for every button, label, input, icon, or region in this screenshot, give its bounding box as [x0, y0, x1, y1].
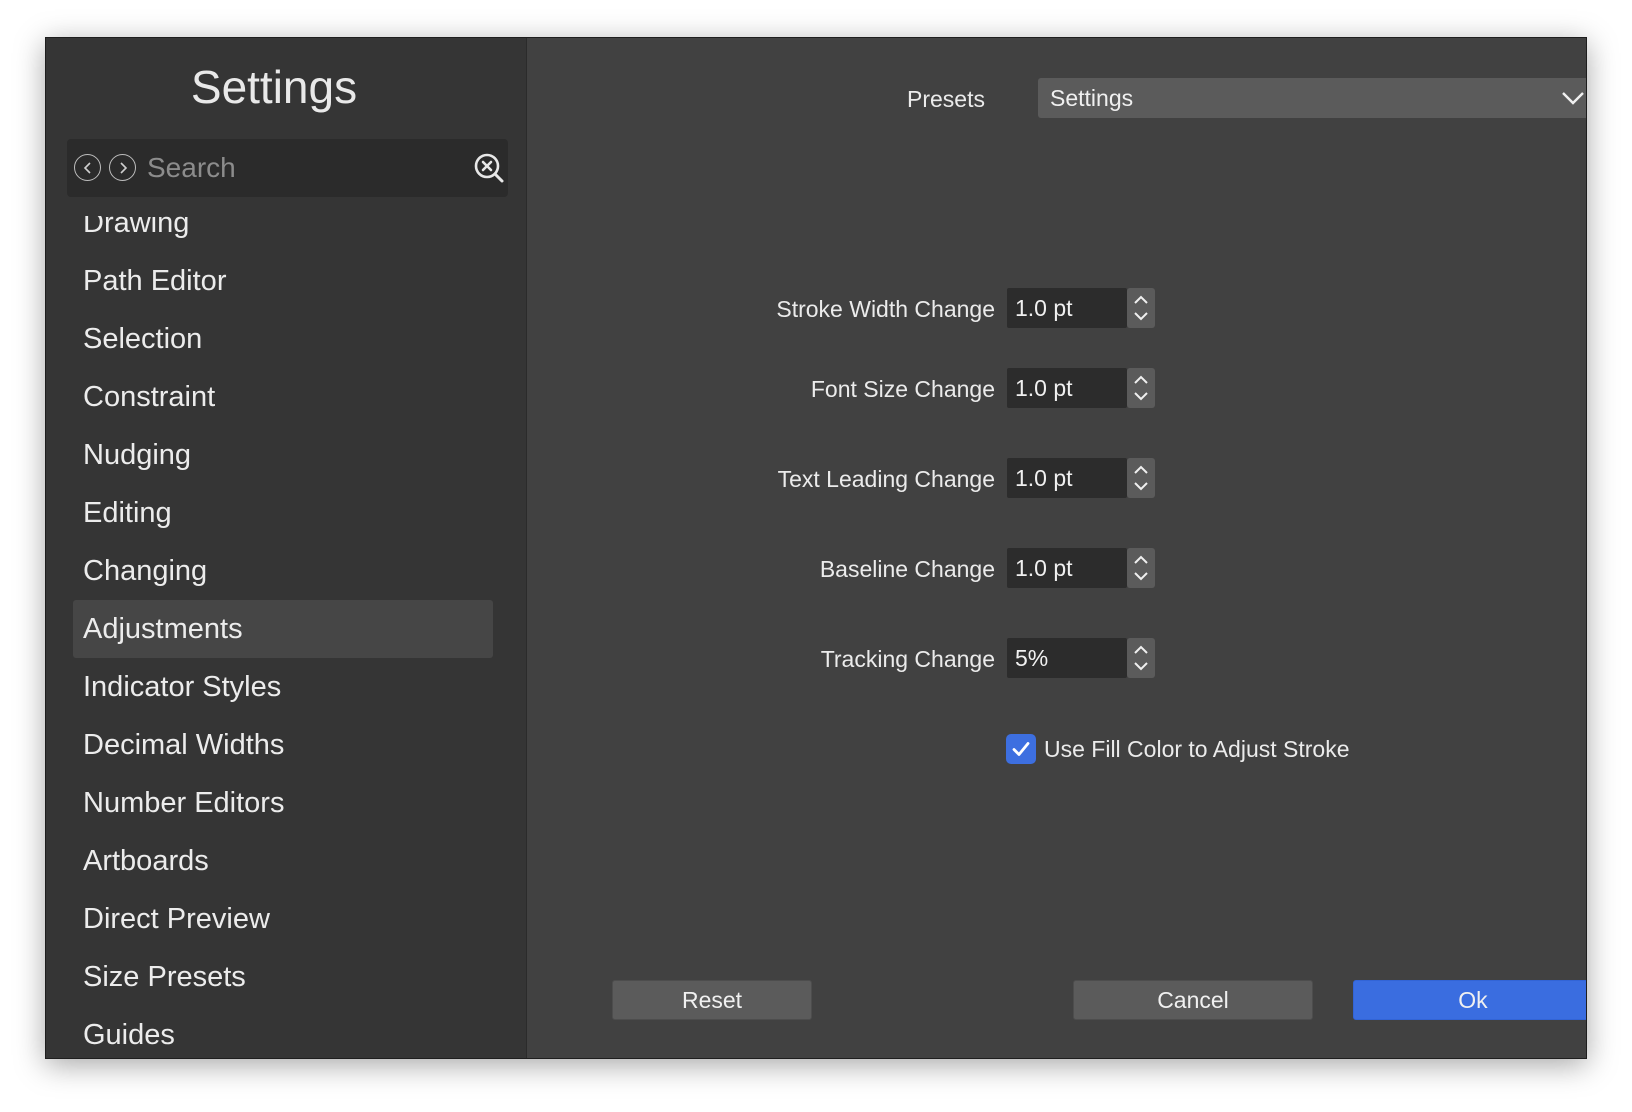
text-leading-stepper[interactable]: [1127, 458, 1155, 498]
sidebar-title: Settings: [190, 61, 358, 113]
stroke-width-input[interactable]: 1.0 pt: [1007, 288, 1127, 328]
sidebar-item-label: Indicator Styles: [83, 670, 282, 703]
sidebar-item-nudging[interactable]: Nudging: [73, 426, 493, 484]
sidebar-item-size-presets[interactable]: Size Presets: [73, 948, 493, 1006]
sidebar-item-adjustments[interactable]: Adjustments: [73, 600, 493, 658]
ok-button[interactable]: Ok: [1353, 980, 1586, 1020]
sidebar-item-label: Changing: [83, 554, 208, 587]
stroke-width-label: Stroke Width Change: [776, 296, 995, 322]
text-leading-input[interactable]: 1.0 pt: [1007, 458, 1127, 498]
font-size-input[interactable]: 1.0 pt: [1007, 368, 1127, 408]
sidebar-item-label: Number Editors: [83, 786, 285, 819]
sidebar-item-label: Path Editor: [83, 264, 227, 297]
sidebar-item-label: Adjustments: [83, 612, 243, 645]
forward-button[interactable]: [109, 154, 136, 181]
up-down-stepper-icon: [1134, 645, 1148, 671]
sidebar-item-decimal-widths[interactable]: Decimal Widths: [73, 716, 493, 774]
sidebar-item-indicator-styles[interactable]: Indicator Styles: [73, 658, 493, 716]
chevron-right-icon: [119, 161, 127, 174]
search-input[interactable]: [147, 148, 447, 188]
fill-color-stroke-label: Use Fill Color to Adjust Stroke: [1044, 735, 1350, 762]
baseline-label: Baseline Change: [819, 556, 995, 582]
sidebar-item-label: Direct Preview: [83, 902, 270, 935]
sidebar-item-label: Artboards: [83, 844, 209, 877]
reset-button[interactable]: Reset: [612, 980, 812, 1020]
cancel-button[interactable]: Cancel: [1073, 980, 1313, 1020]
tracking-label: Tracking Change: [820, 646, 995, 672]
up-down-stepper-icon: [1134, 465, 1148, 491]
checkmark-icon: [1012, 742, 1030, 756]
presets-dropdown[interactable]: Settings: [1038, 78, 1586, 118]
sidebar-item-label: Selection: [83, 322, 203, 355]
up-down-stepper-icon: [1134, 555, 1148, 581]
back-button[interactable]: [74, 154, 101, 181]
font-size-label: Font Size Change: [810, 376, 995, 402]
sidebar-item-number-editors[interactable]: Number Editors: [73, 774, 493, 832]
sidebar-item-constraint[interactable]: Constraint: [73, 368, 493, 426]
fill-color-stroke-checkbox[interactable]: [1006, 734, 1036, 764]
settings-panel: Presets Settings Stroke Width Change 1.0…: [527, 38, 1586, 1058]
presets-value: Settings: [1050, 84, 1134, 111]
chevron-down-icon: [1562, 92, 1584, 105]
up-down-stepper-icon: [1134, 375, 1148, 401]
font-size-stepper[interactable]: [1127, 368, 1155, 408]
sidebar-item-label: Size Presets: [83, 960, 246, 993]
sidebar-item-label: Drawing: [83, 216, 190, 239]
sidebar-item-guides[interactable]: Guides: [73, 1006, 493, 1058]
sidebar-item-selection[interactable]: Selection: [73, 310, 493, 368]
tracking-stepper[interactable]: [1127, 638, 1155, 678]
presets-label: Presets: [907, 86, 985, 112]
sidebar-item-drawing[interactable]: Drawing: [73, 216, 493, 252]
tracking-input[interactable]: 5%: [1007, 638, 1127, 678]
baseline-input[interactable]: 1.0 pt: [1007, 548, 1127, 588]
sidebar-item-editing[interactable]: Editing: [73, 484, 493, 542]
sidebar-item-label: Decimal Widths: [83, 728, 285, 761]
sidebar-item-label: Editing: [83, 496, 172, 529]
clear-search-icon[interactable]: [473, 152, 505, 184]
baseline-stepper[interactable]: [1127, 548, 1155, 588]
sidebar: Settings Drawing Path Editor Selection C…: [46, 38, 527, 1058]
up-down-stepper-icon: [1134, 295, 1148, 321]
sidebar-item-changing[interactable]: Changing: [73, 542, 493, 600]
sidebar-item-label: Guides: [83, 1018, 175, 1051]
sidebar-item-label: Nudging: [83, 438, 192, 471]
sidebar-item-label: Constraint: [83, 380, 216, 413]
chevron-left-icon: [83, 161, 91, 174]
sidebar-item-artboards[interactable]: Artboards: [73, 832, 493, 890]
sidebar-item-direct-preview[interactable]: Direct Preview: [73, 890, 493, 948]
sidebar-item-path-editor[interactable]: Path Editor: [73, 252, 493, 310]
text-leading-label: Text Leading Change: [777, 466, 995, 492]
category-list: Drawing Path Editor Selection Constraint…: [46, 216, 526, 1058]
fill-color-stroke-option[interactable]: Use Fill Color to Adjust Stroke: [1006, 733, 1350, 765]
stroke-width-stepper[interactable]: [1127, 288, 1155, 328]
settings-window: Settings Drawing Path Editor Selection C…: [45, 37, 1587, 1059]
search-bar: [67, 139, 508, 197]
